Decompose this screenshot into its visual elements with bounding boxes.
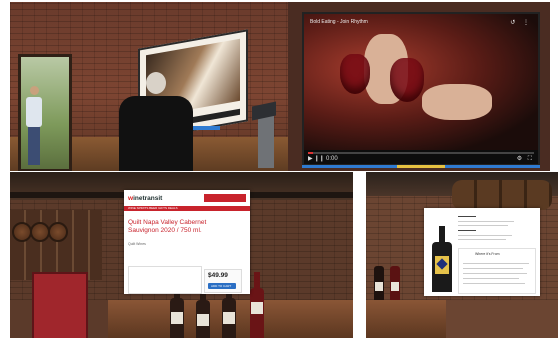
video-share-icons[interactable]: ↺ ⋮ — [510, 19, 532, 26]
wine-glass-center — [390, 58, 424, 102]
barrel — [48, 222, 68, 242]
store-logo[interactable]: winetransit — [128, 195, 162, 202]
video-progress-bar[interactable] — [308, 152, 534, 154]
where-from-title: Where it's From — [475, 252, 500, 256]
settings-fullscreen-icons[interactable]: ⚙ ⛶ — [517, 155, 534, 163]
product-listing-card[interactable]: winetransit WINE SPIRITS BEER GIFTS DEAL… — [124, 190, 250, 294]
product-detail-scene: Where it's From — [366, 172, 558, 338]
wine-bottle[interactable] — [222, 282, 236, 338]
hand-shape — [422, 84, 492, 120]
video-player-scene: Bold Eating - Join Rhythm ↺ ⋮ ▶ ❙❙ 0:00 … — [288, 2, 550, 171]
video-player[interactable]: Bold Eating - Join Rhythm ↺ ⋮ ▶ ❙❙ 0:00 … — [302, 12, 540, 166]
product-title: Quilt Napa Valley Cabernet Sauvignon 202… — [128, 219, 207, 234]
category-nav-text[interactable]: WINE SPIRITS BEER GIFTS DEALS — [128, 206, 178, 210]
video-title: Bold Eating - Join Rhythm — [310, 19, 368, 25]
play-pause-icon[interactable]: ▶ ❙❙ 0:00 — [308, 155, 338, 162]
search-bar[interactable] — [204, 194, 246, 202]
screen-base-stripe — [302, 165, 540, 168]
kiosk-stand[interactable] — [252, 101, 276, 168]
wine-bottle[interactable] — [170, 282, 184, 338]
display-table — [366, 300, 446, 338]
price-box: $49.99 ADD TO CART — [204, 269, 242, 293]
barrel-shelf — [10, 210, 102, 280]
barrel — [12, 222, 32, 242]
video-controls[interactable]: ▶ ❙❙ 0:00 ⚙ ⛶ — [304, 150, 538, 164]
add-to-cart-button[interactable]: ADD TO CART — [208, 283, 236, 289]
video-frame[interactable]: Bold Eating - Join Rhythm ↺ ⋮ — [304, 14, 538, 150]
producer-name[interactable]: Quilt Wines — [128, 242, 146, 246]
wine-bottle[interactable] — [196, 284, 210, 338]
barrel-row — [452, 180, 552, 210]
wine-bottle[interactable] — [390, 266, 400, 300]
barrel — [30, 222, 50, 242]
product-info-box — [128, 266, 202, 294]
avatar-standing[interactable] — [26, 86, 42, 168]
showroom-scene — [10, 2, 288, 171]
wine-bottle[interactable] — [250, 272, 264, 338]
wine-cabinet — [32, 272, 88, 338]
wine-glass-left — [340, 54, 370, 94]
wine-bottle[interactable] — [374, 266, 384, 300]
price: $49.99 — [208, 272, 228, 279]
product-detail-card[interactable]: Where it's From — [424, 208, 540, 296]
wine-listing-scene: winetransit WINE SPIRITS BEER GIFTS DEAL… — [10, 172, 353, 338]
bottle-image — [432, 226, 452, 292]
avatar-player — [119, 72, 193, 171]
where-from-section: Where it's From — [458, 248, 536, 294]
